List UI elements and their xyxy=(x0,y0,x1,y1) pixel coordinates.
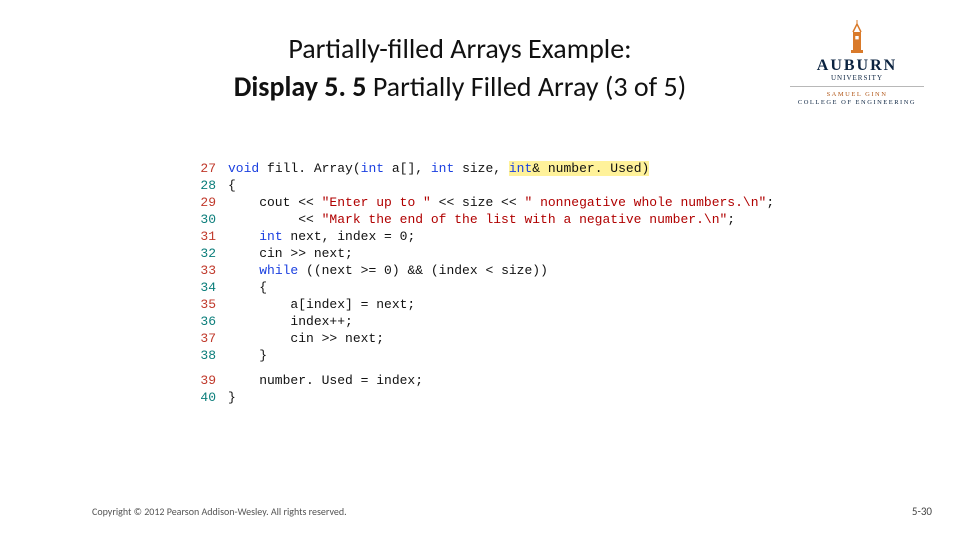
code-block: 27void fill. Array(int a[], int size, in… xyxy=(200,160,790,406)
code-line: 38 } xyxy=(200,347,790,364)
code-text: } xyxy=(228,389,790,406)
copyright-text: Copyright © 2012 Pearson Addison-Wesley.… xyxy=(92,505,347,518)
code-text: cin >> next; xyxy=(228,330,790,347)
code-text: { xyxy=(228,177,790,194)
code-line: 37 cin >> next; xyxy=(200,330,790,347)
logo-college-1: SAMUEL GINN xyxy=(782,91,932,98)
code-line: 28{ xyxy=(200,177,790,194)
logo-college-2: COLLEGE OF ENGINEERING xyxy=(782,99,932,106)
title-bold: Display 5. 5 xyxy=(234,69,367,104)
line-number: 38 xyxy=(200,347,228,364)
code-line: 39 number. Used = index; xyxy=(200,372,790,389)
code-line: 40} xyxy=(200,389,790,406)
code-line: 36 index++; xyxy=(200,313,790,330)
title-line-2: Display 5. 5 Partially Filled Array (3 o… xyxy=(180,68,740,106)
code-text: } xyxy=(228,347,790,364)
code-text: { xyxy=(228,279,790,296)
auburn-logo: AUBURN UNIVERSITY SAMUEL GINN COLLEGE OF… xyxy=(782,20,932,106)
line-number: 33 xyxy=(200,262,228,279)
code-text: while ((next >= 0) && (index < size)) xyxy=(228,262,790,279)
code-line: 27void fill. Array(int a[], int size, in… xyxy=(200,160,790,177)
line-number: 37 xyxy=(200,330,228,347)
code-line: 35 a[index] = next; xyxy=(200,296,790,313)
code-text: a[index] = next; xyxy=(228,296,790,313)
line-number: 27 xyxy=(200,160,228,177)
line-number: 35 xyxy=(200,296,228,313)
logo-sub: UNIVERSITY xyxy=(782,74,932,82)
line-number: 31 xyxy=(200,228,228,245)
code-text: cin >> next; xyxy=(228,245,790,262)
line-number: 32 xyxy=(200,245,228,262)
code-text: int next, index = 0; xyxy=(228,228,790,245)
line-number: 40 xyxy=(200,389,228,406)
code-text: << "Mark the end of the list with a nega… xyxy=(228,211,790,228)
line-number: 39 xyxy=(200,372,228,389)
slide-title: Partially-filled Arrays Example: Display… xyxy=(180,30,740,106)
title-rest: Partially Filled Array (3 of 5) xyxy=(366,69,686,104)
code-line: 30 << "Mark the end of the list with a n… xyxy=(200,211,790,228)
code-gap xyxy=(200,364,790,372)
code-text: number. Used = index; xyxy=(228,372,790,389)
logo-main: AUBURN xyxy=(817,57,897,74)
line-number: 36 xyxy=(200,313,228,330)
page-number: 5-30 xyxy=(912,505,932,518)
title-line-1: Partially-filled Arrays Example: xyxy=(180,30,740,68)
code-line: 31 int next, index = 0; xyxy=(200,228,790,245)
code-line: 34 { xyxy=(200,279,790,296)
line-number: 28 xyxy=(200,177,228,194)
line-number: 34 xyxy=(200,279,228,296)
code-line: 32 cin >> next; xyxy=(200,245,790,262)
code-text: cout << "Enter up to " << size << " nonn… xyxy=(228,194,790,211)
line-number: 29 xyxy=(200,194,228,211)
code-text: index++; xyxy=(228,313,790,330)
code-text: void fill. Array(int a[], int size, int&… xyxy=(228,160,790,177)
line-number: 30 xyxy=(200,211,228,228)
logo-divider xyxy=(790,86,924,87)
tower-icon xyxy=(842,20,872,54)
slide: Partially-filled Arrays Example: Display… xyxy=(0,0,960,540)
code-line: 33 while ((next >= 0) && (index < size)) xyxy=(200,262,790,279)
code-line: 29 cout << "Enter up to " << size << " n… xyxy=(200,194,790,211)
